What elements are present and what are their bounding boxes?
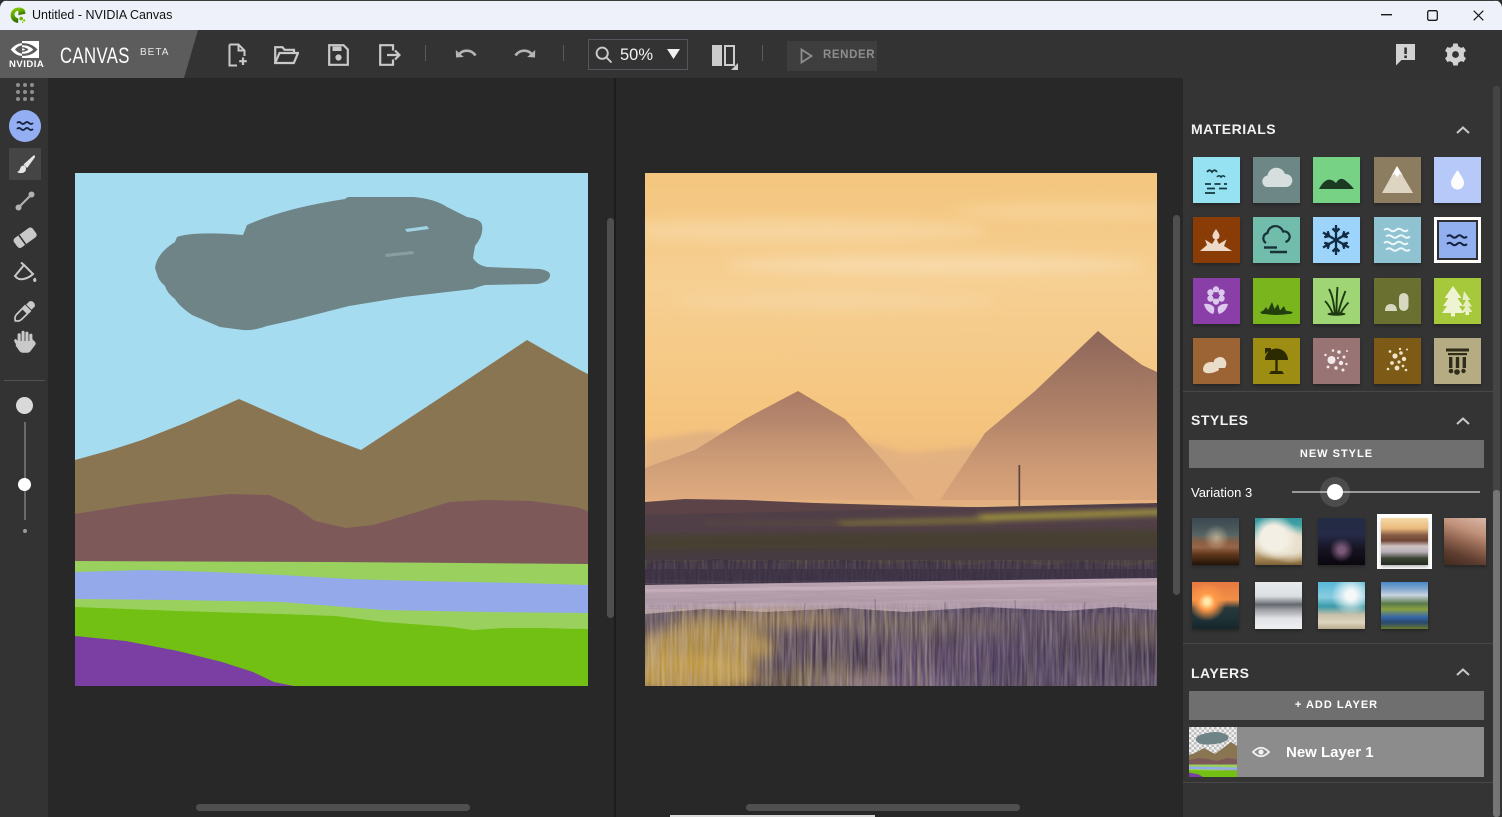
svg-text:NVIDIA.: NVIDIA. <box>9 59 45 68</box>
